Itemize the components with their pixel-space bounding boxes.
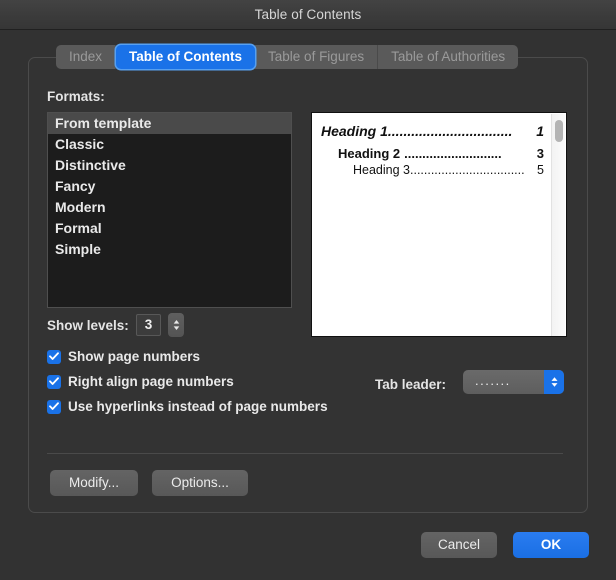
tab-table-of-figures[interactable]: Table of Figures — [255, 45, 378, 69]
preview-leader-dots: ................................. — [410, 163, 537, 177]
scrollbar-thumb[interactable] — [555, 120, 563, 142]
preview-toc-line-1: Heading 1 ..............................… — [321, 123, 544, 139]
window-title: Table of Contents — [0, 0, 616, 29]
preview-page-number: 5 — [537, 163, 544, 177]
preview-toc-line-3: Heading 3 ..............................… — [321, 163, 544, 177]
preview-toc-line-2: Heading 2 ........................... 3 — [321, 146, 544, 161]
checkbox-label: Show page numbers — [68, 349, 200, 364]
tab-table-of-authorities[interactable]: Table of Authorities — [378, 45, 518, 69]
checkbox-label: Use hyperlinks instead of page numbers — [68, 399, 328, 414]
list-item[interactable]: Fancy — [48, 176, 291, 197]
list-item[interactable]: Simple — [48, 239, 291, 260]
check-icon — [49, 402, 59, 411]
check-icon — [49, 352, 59, 361]
tab-leader-select[interactable]: ....... — [463, 370, 564, 394]
preview-page-number: 3 — [533, 146, 544, 161]
tab-leader-label: Tab leader: — [375, 377, 446, 392]
preview-heading-text: Heading 3 — [353, 163, 410, 177]
preview-heading-text: Heading 1 — [321, 123, 388, 139]
options-button[interactable]: Options... — [152, 470, 248, 496]
table-of-contents-dialog: Table of Contents Index Table of Content… — [0, 0, 616, 580]
checkbox-use-hyperlinks[interactable] — [47, 400, 61, 414]
preview-pane: Heading 1 ..............................… — [311, 112, 567, 337]
show-levels-stepper[interactable] — [168, 313, 184, 337]
list-item[interactable]: Distinctive — [48, 155, 291, 176]
stepper-up-down-icon — [171, 317, 182, 333]
preview-vertical-scrollbar[interactable] — [551, 114, 565, 337]
chevron-up-down-icon — [544, 370, 564, 394]
show-levels-label: Show levels: — [47, 318, 129, 333]
checkbox-label: Right align page numbers — [68, 374, 234, 389]
tab-index[interactable]: Index — [56, 45, 116, 69]
preview-content: Heading 1 ..............................… — [312, 113, 552, 177]
modify-button[interactable]: Modify... — [50, 470, 138, 496]
checkbox-row-right-align-page-numbers[interactable]: Right align page numbers — [47, 374, 234, 389]
checkbox-show-page-numbers[interactable] — [47, 350, 61, 364]
preview-leader-dots: ........................... — [400, 146, 533, 161]
formats-label: Formats: — [47, 89, 105, 104]
show-levels-input[interactable]: 3 — [136, 314, 161, 336]
check-icon — [49, 377, 59, 386]
ok-button[interactable]: OK — [513, 532, 589, 558]
preview-heading-text: Heading 2 — [338, 146, 400, 161]
tab-leader-value: ....... — [475, 370, 511, 392]
cancel-button[interactable]: Cancel — [421, 532, 497, 558]
checkbox-row-show-page-numbers[interactable]: Show page numbers — [47, 349, 200, 364]
list-item[interactable]: From template — [48, 113, 291, 134]
checkbox-row-use-hyperlinks[interactable]: Use hyperlinks instead of page numbers — [47, 399, 328, 414]
list-item[interactable]: Classic — [48, 134, 291, 155]
list-item[interactable]: Modern — [48, 197, 291, 218]
checkbox-right-align-page-numbers[interactable] — [47, 375, 61, 389]
list-item[interactable]: Formal — [48, 218, 291, 239]
title-bar[interactable]: Table of Contents — [0, 0, 616, 30]
formats-listbox[interactable]: From template Classic Distinctive Fancy … — [47, 112, 292, 308]
preview-page-number: 1 — [532, 123, 544, 139]
tab-bar: Index Table of Contents Table of Figures… — [56, 45, 518, 69]
preview-leader-dots: ................................ — [388, 123, 532, 139]
section-divider — [47, 453, 563, 454]
tab-table-of-contents[interactable]: Table of Contents — [116, 45, 255, 69]
